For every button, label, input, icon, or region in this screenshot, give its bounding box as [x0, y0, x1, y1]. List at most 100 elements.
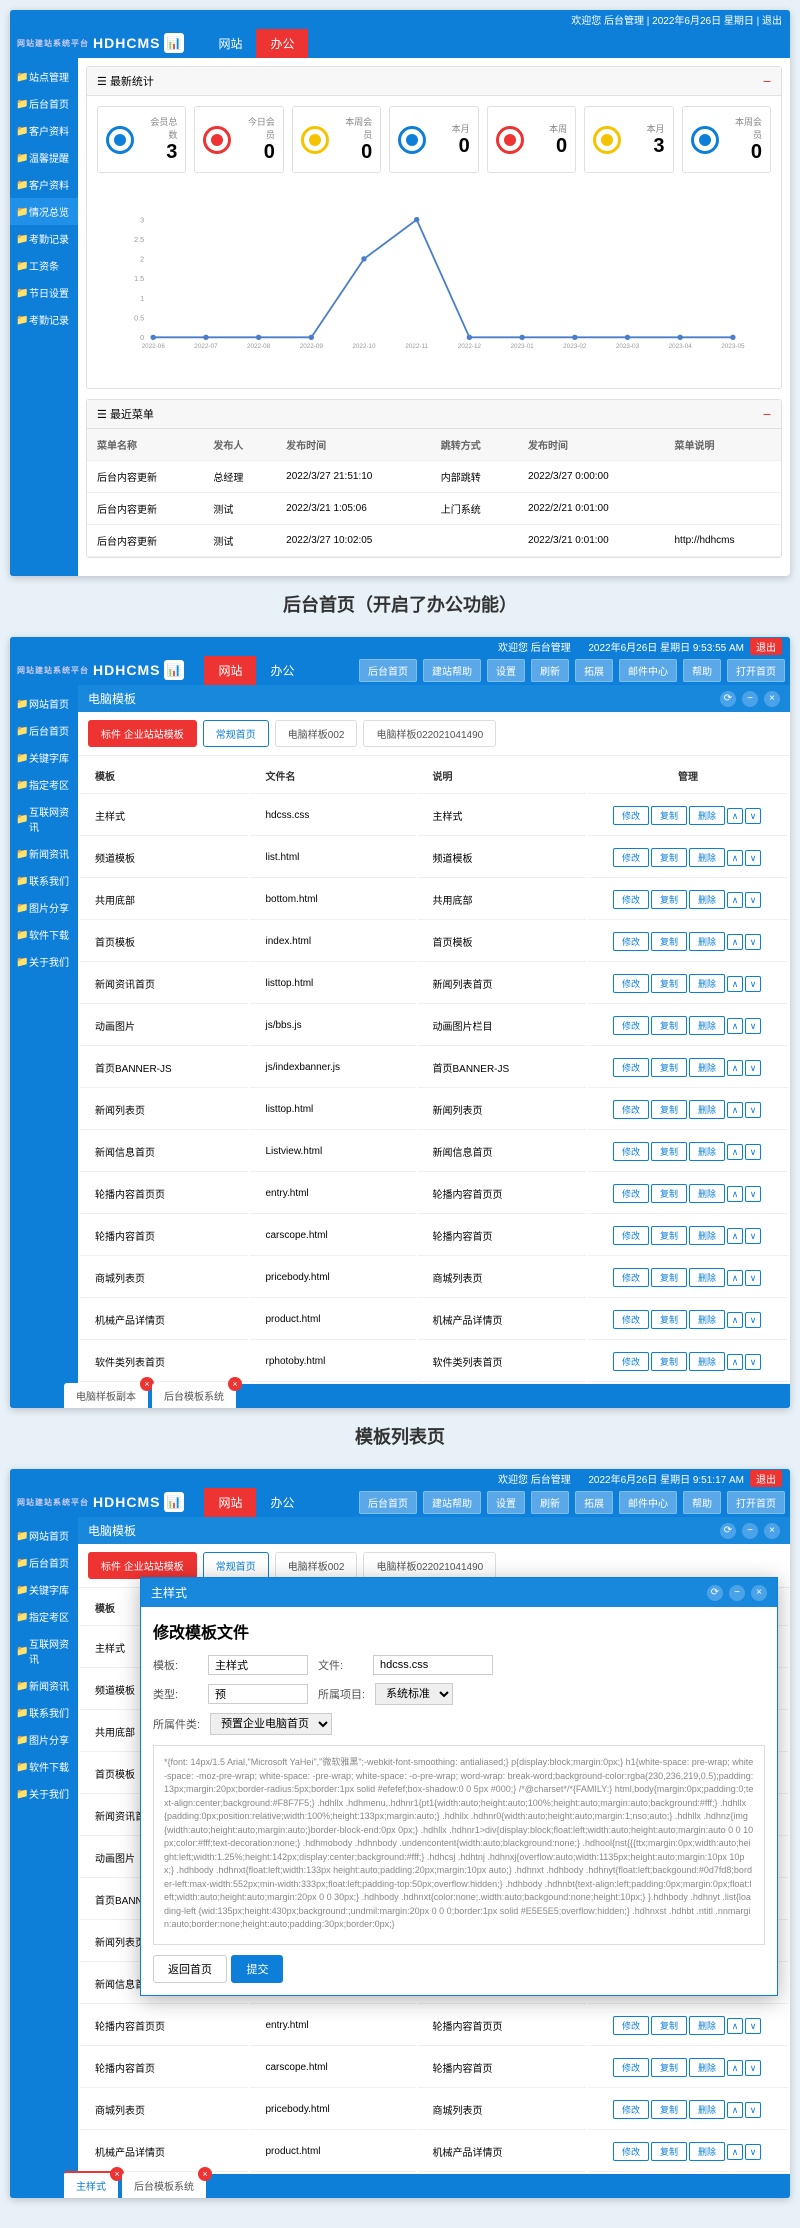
action-复制[interactable]: 复制	[651, 1100, 687, 1119]
bottom-tab[interactable]: 主样式×	[64, 2171, 118, 2198]
close-tab-icon[interactable]: ×	[228, 1377, 242, 1391]
action-删除[interactable]: 删除	[689, 848, 725, 867]
exit-button[interactable]: 退出	[750, 638, 782, 655]
header-button[interactable]: 后台首页	[359, 659, 417, 682]
header-button[interactable]: 拓展	[575, 659, 613, 682]
file-name-input[interactable]	[373, 1655, 493, 1675]
up-icon[interactable]: ∧	[727, 1312, 743, 1328]
bottom-tab[interactable]: 电脑样板副本×	[64, 1383, 148, 1408]
sidebar-item[interactable]: 📁互联网资讯	[10, 798, 78, 840]
sidebar-item[interactable]: 📁网站首页	[10, 1522, 78, 1549]
action-删除[interactable]: 删除	[689, 1268, 725, 1287]
down-icon[interactable]: ∨	[745, 934, 761, 950]
header-button[interactable]: 打开首页	[727, 1491, 785, 1514]
sidebar-item[interactable]: 📁图片分享	[10, 894, 78, 921]
nav-tab-office[interactable]: 办公	[256, 656, 308, 685]
action-复制[interactable]: 复制	[651, 2142, 687, 2161]
action-删除[interactable]: 删除	[689, 2100, 725, 2119]
action-复制[interactable]: 复制	[651, 1268, 687, 1287]
header-button[interactable]: 邮件中心	[619, 1491, 677, 1514]
action-复制[interactable]: 复制	[651, 848, 687, 867]
action-复制[interactable]: 复制	[651, 974, 687, 993]
sidebar-item[interactable]: 📁互联网资讯	[10, 1630, 78, 1672]
template-tab[interactable]: 常规首页	[203, 720, 269, 747]
up-icon[interactable]: ∧	[727, 808, 743, 824]
template-tab[interactable]: 电脑样板002	[275, 720, 358, 747]
action-删除[interactable]: 删除	[689, 1352, 725, 1371]
template-tab[interactable]: 标件 企业站站模板	[88, 1552, 197, 1579]
panel-close[interactable]: −	[763, 406, 771, 422]
action-修改[interactable]: 修改	[613, 1268, 649, 1287]
submit-button[interactable]: 提交	[231, 1955, 283, 1983]
nav-tab-site[interactable]: 网站	[204, 1488, 256, 1517]
close-icon[interactable]: ×	[764, 691, 780, 707]
action-删除[interactable]: 删除	[689, 1058, 725, 1077]
down-icon[interactable]: ∨	[745, 1018, 761, 1034]
action-修改[interactable]: 修改	[613, 890, 649, 909]
up-icon[interactable]: ∧	[727, 850, 743, 866]
template-tab[interactable]: 标件 企业站站模板	[88, 720, 197, 747]
refresh-icon[interactable]: ⟳	[720, 691, 736, 707]
action-删除[interactable]: 删除	[689, 1184, 725, 1203]
action-复制[interactable]: 复制	[651, 806, 687, 825]
action-复制[interactable]: 复制	[651, 2058, 687, 2077]
up-icon[interactable]: ∧	[727, 892, 743, 908]
action-修改[interactable]: 修改	[613, 2100, 649, 2119]
action-修改[interactable]: 修改	[613, 2142, 649, 2161]
sidebar-item[interactable]: 📁软件下载	[10, 921, 78, 948]
sidebar-item[interactable]: 📁新闻资讯	[10, 840, 78, 867]
action-复制[interactable]: 复制	[651, 1142, 687, 1161]
action-修改[interactable]: 修改	[613, 1352, 649, 1371]
sidebar-item[interactable]: 📁联系我们	[10, 867, 78, 894]
sidebar-item[interactable]: 📁温馨提醒	[10, 144, 78, 171]
sidebar-item[interactable]: 📁后台首页	[10, 1549, 78, 1576]
close-icon[interactable]: ×	[751, 1585, 767, 1601]
action-修改[interactable]: 修改	[613, 1142, 649, 1161]
refresh-icon[interactable]: ⟳	[720, 1523, 736, 1539]
action-修改[interactable]: 修改	[613, 1310, 649, 1329]
down-icon[interactable]: ∨	[745, 2060, 761, 2076]
down-icon[interactable]: ∨	[745, 892, 761, 908]
action-复制[interactable]: 复制	[651, 1352, 687, 1371]
action-修改[interactable]: 修改	[613, 1058, 649, 1077]
up-icon[interactable]: ∧	[727, 2144, 743, 2160]
up-icon[interactable]: ∧	[727, 2018, 743, 2034]
template-name-input[interactable]	[208, 1655, 308, 1675]
sidebar-item[interactable]: 📁关键字库	[10, 1576, 78, 1603]
template-tab[interactable]: 常规首页	[203, 1552, 269, 1579]
template-tab[interactable]: 电脑样板002	[275, 1552, 358, 1579]
action-删除[interactable]: 删除	[689, 1142, 725, 1161]
action-复制[interactable]: 复制	[651, 1016, 687, 1035]
sidebar-item[interactable]: 📁情况总览	[10, 198, 78, 225]
down-icon[interactable]: ∨	[745, 1270, 761, 1286]
template-tab[interactable]: 电脑样板022021041490	[363, 1552, 496, 1579]
up-icon[interactable]: ∧	[727, 1228, 743, 1244]
back-button[interactable]: 返回首页	[153, 1955, 227, 1983]
header-button[interactable]: 刷新	[531, 1491, 569, 1514]
sidebar-item[interactable]: 📁联系我们	[10, 1699, 78, 1726]
nav-tab-office[interactable]: 办公	[256, 1488, 308, 1517]
header-button[interactable]: 打开首页	[727, 659, 785, 682]
down-icon[interactable]: ∨	[745, 1354, 761, 1370]
sidebar-item[interactable]: 📁关键字库	[10, 744, 78, 771]
sidebar-item[interactable]: 📁后台首页	[10, 717, 78, 744]
up-icon[interactable]: ∧	[727, 1354, 743, 1370]
action-修改[interactable]: 修改	[613, 1184, 649, 1203]
up-icon[interactable]: ∧	[727, 1270, 743, 1286]
action-修改[interactable]: 修改	[613, 1016, 649, 1035]
close-icon[interactable]: ×	[764, 1523, 780, 1539]
panel-close[interactable]: −	[763, 73, 771, 89]
sidebar-item[interactable]: 📁图片分享	[10, 1726, 78, 1753]
code-editor[interactable]: *{font: 14px/1.5 Arial,"Microsoft YaHei"…	[153, 1745, 765, 1945]
header-button[interactable]: 建站帮助	[423, 659, 481, 682]
up-icon[interactable]: ∧	[727, 976, 743, 992]
up-icon[interactable]: ∧	[727, 1144, 743, 1160]
sidebar-item[interactable]: 📁关于我们	[10, 948, 78, 975]
sidebar-item[interactable]: 📁客户资料	[10, 171, 78, 198]
action-复制[interactable]: 复制	[651, 1058, 687, 1077]
down-icon[interactable]: ∨	[745, 808, 761, 824]
action-修改[interactable]: 修改	[613, 806, 649, 825]
exit-button[interactable]: 退出	[750, 1470, 782, 1487]
action-删除[interactable]: 删除	[689, 2016, 725, 2035]
action-删除[interactable]: 删除	[689, 1100, 725, 1119]
